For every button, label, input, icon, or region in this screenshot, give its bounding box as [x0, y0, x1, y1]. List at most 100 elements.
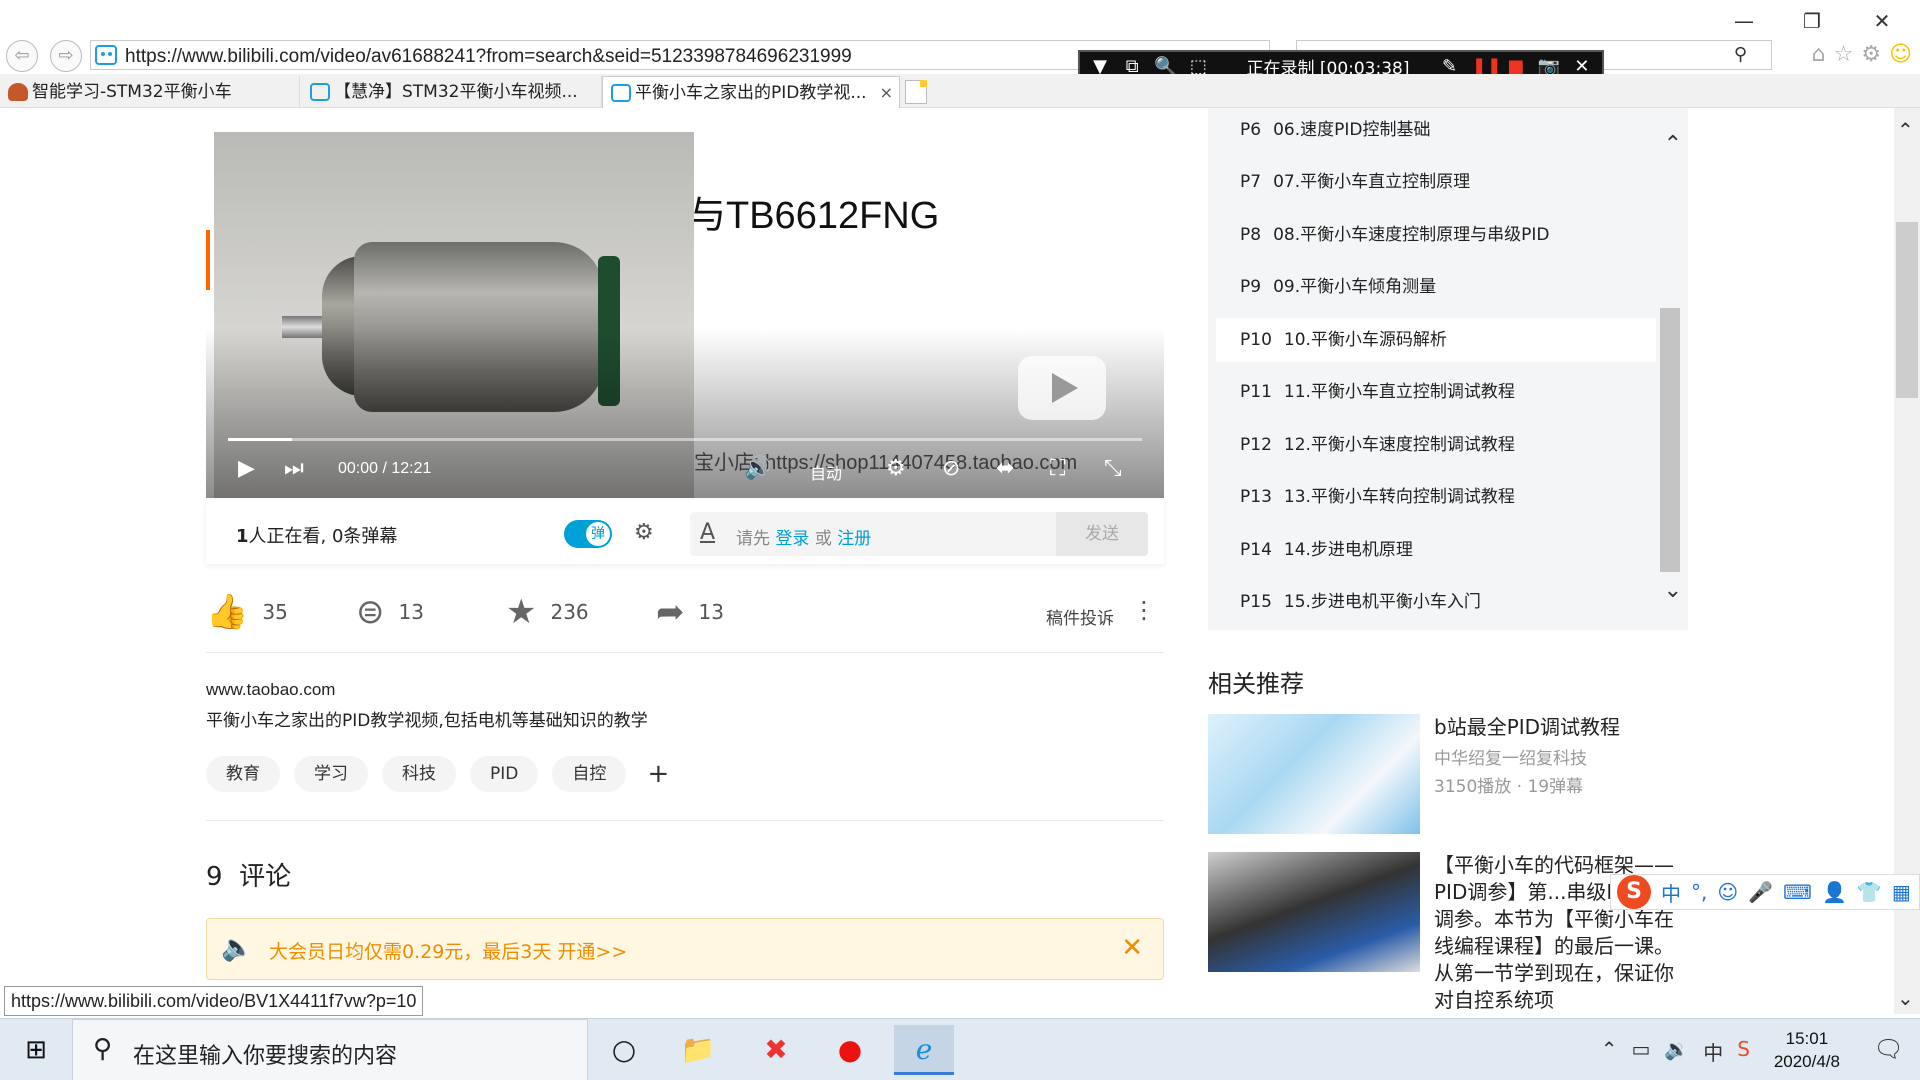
sogou-tray-icon[interactable]: S: [1737, 1037, 1750, 1066]
battery-icon[interactable]: ▭: [1631, 1037, 1650, 1066]
recorder-app-icon[interactable]: ●: [820, 1025, 880, 1075]
big-play-icon[interactable]: [1018, 356, 1106, 420]
forward-button[interactable]: ⇨: [50, 40, 82, 72]
danmaku-input[interactable]: A 请先 登录 或 注册 发送: [690, 512, 1148, 556]
scrollbar-thumb[interactable]: [1896, 222, 1918, 398]
search-icon[interactable]: ⚲: [1734, 44, 1747, 65]
user-icon[interactable]: 👤: [1822, 880, 1847, 904]
report-link[interactable]: 稿件投诉: [1046, 604, 1114, 629]
scroll-down-icon[interactable]: ⌄: [1897, 986, 1914, 1010]
gear-icon[interactable]: ⚙: [1861, 42, 1881, 67]
volume-icon[interactable]: 🔊: [744, 456, 771, 481]
tag-item[interactable]: 自控: [552, 756, 627, 792]
danmaku-settings-icon[interactable]: ⚙: [634, 520, 654, 545]
playlist-item[interactable]: P12 12.平衡小车速度控制调试教程: [1216, 423, 1656, 467]
tag-item[interactable]: 教育: [206, 756, 280, 792]
widescreen-icon[interactable]: ⬌: [996, 456, 1014, 481]
tag-item[interactable]: 科技: [382, 756, 456, 792]
video-player[interactable]: 与TB6612FNG 宝小店: https://shop114407458.ta…: [206, 108, 1164, 498]
fullscreen-icon[interactable]: ⤡: [1104, 456, 1122, 481]
tab-pid-video[interactable]: 平衡小车之家出的PID教学视... ×: [602, 76, 900, 108]
coin-button[interactable]: ⊜ 13: [356, 592, 424, 632]
grid-icon[interactable]: ▦: [1892, 880, 1911, 904]
microphone-icon[interactable]: 🎤: [1748, 880, 1773, 904]
playlist-scrollbar[interactable]: [1660, 308, 1680, 572]
smiley-icon[interactable]: ☺: [1889, 42, 1912, 67]
playlist-item[interactable]: P11 11.平衡小车直立控制调试教程: [1216, 370, 1656, 414]
playlist-scroll-down-icon[interactable]: ⌄: [1664, 578, 1682, 603]
login-link[interactable]: 登录: [775, 529, 809, 549]
windows-start-icon[interactable]: ⊞: [0, 1019, 72, 1080]
danmaku-off-icon[interactable]: ⊘: [942, 456, 960, 481]
skin-icon[interactable]: 👕: [1857, 880, 1882, 904]
favorites-star-icon[interactable]: ☆: [1834, 42, 1854, 67]
emoji-icon[interactable]: ☺: [1717, 880, 1738, 904]
new-tab-button[interactable]: [905, 80, 927, 104]
tab-close-icon[interactable]: ×: [880, 77, 893, 108]
xmind-icon[interactable]: ✖: [746, 1025, 806, 1075]
input-language[interactable]: 中: [1703, 1037, 1723, 1066]
playlist-item[interactable]: P13 13.平衡小车转向控制调试教程: [1216, 475, 1656, 519]
playlist-scroll-up-icon[interactable]: ⌃: [1664, 132, 1682, 157]
tag-item[interactable]: 学习: [294, 756, 368, 792]
progress-bar[interactable]: [228, 438, 1142, 441]
tab-stm32-learning[interactable]: 智能学习-STM32平衡小车: [0, 76, 300, 108]
next-icon[interactable]: ⏭: [284, 456, 304, 481]
notification-icon[interactable]: 🗨: [1874, 1035, 1904, 1063]
clock[interactable]: 15:01 2020/4/8: [1774, 1027, 1840, 1073]
address-url[interactable]: https://www.bilibili.com/video/av6168824…: [125, 46, 852, 68]
text-style-icon[interactable]: A: [700, 520, 715, 545]
danmaku-toggle[interactable]: 弹: [564, 520, 612, 548]
taskbar-search[interactable]: ⚲ 在这里输入你要搜索的内容: [72, 1019, 588, 1080]
internet-explorer-icon[interactable]: ℯ: [894, 1025, 954, 1075]
bilibili-site-icon: [95, 45, 117, 65]
share-count: 13: [698, 600, 724, 624]
part-number: P15: [1240, 592, 1272, 612]
play-icon[interactable]: ▶: [238, 456, 255, 481]
volume-icon[interactable]: 🔉: [1664, 1037, 1689, 1066]
banner-close-icon[interactable]: ✕: [1121, 933, 1143, 963]
anime-thumbnail[interactable]: [1208, 714, 1420, 834]
playlist-item[interactable]: P9 09.平衡小车倾角测量: [1216, 265, 1656, 309]
quality-selector[interactable]: 自动: [810, 460, 842, 484]
playlist-item[interactable]: P14 14.步进电机原理: [1216, 528, 1656, 572]
playlist-item[interactable]: P8 08.平衡小车速度控制原理与串级PID: [1216, 213, 1656, 257]
register-link[interactable]: 注册: [837, 529, 871, 549]
restore-button[interactable]: ❐: [1792, 8, 1832, 34]
scroll-up-icon[interactable]: ⌃: [1897, 118, 1914, 142]
related-video[interactable]: b站最全PID调试教程 中华绍复一绍复科技 3150播放 · 19弹幕: [1208, 714, 1688, 836]
file-explorer-icon[interactable]: 📁: [668, 1025, 728, 1075]
home-icon[interactable]: ⌂: [1812, 42, 1826, 67]
webpage-fullscreen-icon[interactable]: ⛶: [1050, 456, 1065, 481]
related-video-author[interactable]: 中华绍复一绍复科技: [1434, 744, 1587, 769]
playlist-item[interactable]: P7 07.平衡小车直立控制原理: [1216, 160, 1656, 204]
cortana-icon[interactable]: ○: [594, 1025, 654, 1075]
playlist-item-hovered[interactable]: P10 10.平衡小车源码解析: [1216, 318, 1656, 362]
back-button[interactable]: ⇦: [6, 40, 38, 72]
tab-huijing-video[interactable]: 【慧净】STM32平衡小车视频...: [302, 76, 602, 108]
vip-banner[interactable]: 🔈 大会员日均仅需0.29元，最后3天 开通>> ✕: [206, 918, 1164, 980]
related-video-title[interactable]: b站最全PID调试教程: [1434, 714, 1694, 741]
tag-item[interactable]: PID: [470, 756, 539, 792]
part-title: 12.平衡小车速度控制调试教程: [1283, 435, 1515, 455]
vip-banner-text[interactable]: 大会员日均仅需0.29元，最后3天 开通>>: [269, 937, 627, 964]
keyboard-icon[interactable]: ⌨: [1783, 880, 1812, 904]
more-icon[interactable]: ⋮: [1132, 596, 1156, 624]
ime-mode[interactable]: 中: [1661, 878, 1681, 907]
show-hidden-icons-icon[interactable]: ⌃: [1601, 1037, 1618, 1066]
share-button[interactable]: ➦ 13: [656, 592, 724, 632]
playlist-item[interactable]: P15 15.步进电机平衡小车入门: [1216, 580, 1656, 624]
playlist-item[interactable]: P6 06.速度PID控制基础: [1216, 108, 1656, 152]
robot-car-thumbnail[interactable]: [1208, 852, 1420, 972]
send-button[interactable]: 发送: [1056, 512, 1148, 556]
sogou-logo-icon[interactable]: S: [1617, 875, 1651, 909]
prompt-or: 或: [814, 529, 832, 549]
add-tag-button[interactable]: +: [640, 756, 676, 792]
punctuation-icon[interactable]: °,: [1691, 880, 1707, 904]
minimize-button[interactable]: —: [1724, 8, 1764, 34]
settings-icon[interactable]: ⚙: [886, 456, 906, 481]
prompt-prefix: 请先: [736, 529, 770, 549]
favorite-button[interactable]: ★ 236: [506, 592, 589, 632]
close-button[interactable]: ✕: [1862, 8, 1902, 34]
like-button[interactable]: 👍 35: [206, 592, 288, 632]
